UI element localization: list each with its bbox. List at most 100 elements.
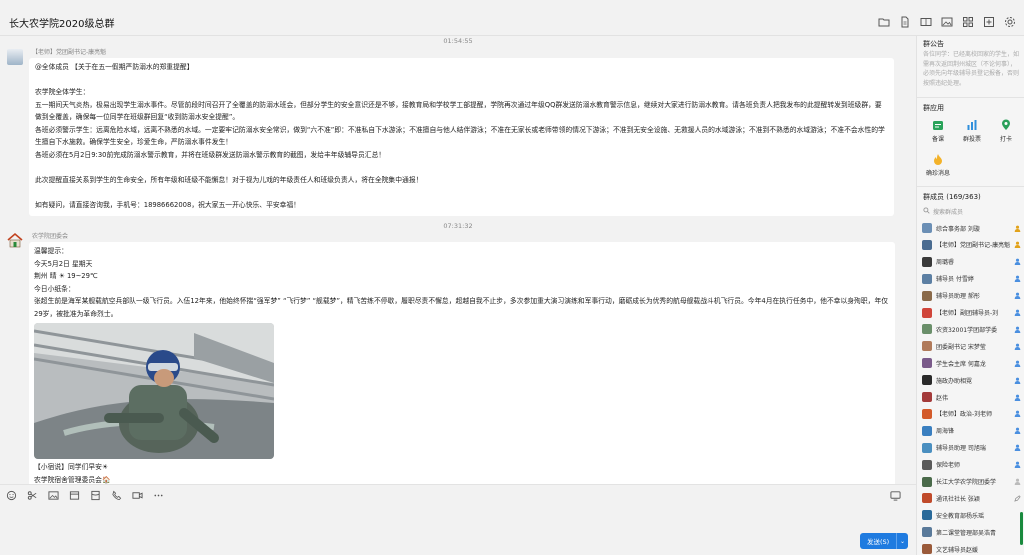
apps-grid-icon[interactable] — [962, 16, 974, 28]
file-icon[interactable] — [69, 490, 80, 501]
divider — [917, 186, 1024, 187]
avatar — [922, 408, 932, 419]
blank-icon — [1014, 546, 1021, 553]
app-checkin[interactable]: 打卡 — [989, 119, 1023, 143]
member-row[interactable]: 周璐睿 — [922, 255, 1022, 269]
image-icon[interactable] — [941, 16, 953, 28]
notice-text[interactable]: 各位同学：已经离校回家的学生，如需再次返回荆州城区（不论何事），必须先向年级辅导… — [923, 50, 1019, 88]
admin-icon — [1014, 394, 1021, 401]
composer-toolbar — [6, 490, 164, 501]
member-row[interactable]: 辅导员助理 司旭瑞 — [922, 441, 1022, 455]
message-timestamp: 01:54:55 — [443, 37, 473, 45]
title-bar: 长大农学院2020级总群 — [0, 0, 1024, 36]
member-name: 赵伟 — [936, 394, 949, 402]
video-call-icon[interactable] — [132, 490, 143, 501]
member-row[interactable]: 【老师】政治-刘老师 — [922, 407, 1022, 421]
send-button[interactable]: 发送(S) ⌄ — [860, 533, 908, 549]
avatar — [922, 459, 932, 470]
member-row[interactable]: 施政办助相霓 — [922, 373, 1022, 387]
member-row[interactable]: 辅导员 付雪婷 — [922, 272, 1022, 286]
member-name: 农资32001学团部学委 — [936, 326, 998, 334]
member-row[interactable]: 第二课堂管理部吴浩青 — [922, 525, 1022, 539]
search-icon — [923, 207, 930, 216]
member-name: 文艺辅导员赵媛 — [936, 546, 979, 554]
member-row[interactable]: 长江大学农学院团委学 — [922, 475, 1022, 489]
app-vote[interactable]: 群投票 — [955, 119, 989, 143]
document-icon[interactable] — [899, 16, 911, 28]
voice-call-icon[interactable] — [111, 490, 122, 501]
member-name: 辅导员助理 司旭瑞 — [936, 445, 986, 453]
history-icon[interactable] — [890, 490, 901, 503]
image-icon[interactable] — [48, 490, 59, 501]
member-row[interactable]: 综合事务部 刘璇 — [922, 221, 1022, 235]
message-line: 今天5月2日 星期天 — [34, 259, 93, 268]
member-name: 长江大学农学院团委学 — [936, 479, 997, 486]
red-packet-icon[interactable] — [90, 490, 101, 501]
member-row[interactable]: 赵伟 — [922, 390, 1022, 404]
admin-icon — [1014, 444, 1021, 452]
message-line: 温馨提示： — [34, 247, 68, 255]
member-row[interactable]: 农资32001学团部学委 — [922, 322, 1022, 336]
member-row[interactable]: 安全教育部杨乐瑶 — [922, 508, 1022, 522]
admin-icon — [1014, 292, 1021, 300]
scissors-icon[interactable] — [27, 490, 38, 501]
avatar — [922, 476, 932, 487]
member-name: 团委副书记 宋梦莹 — [936, 343, 986, 351]
member-name: 辅导员 付雪婷 — [936, 276, 974, 284]
message-timestamp: 07:31:32 — [443, 222, 473, 230]
member-row[interactable]: 周海锋 — [922, 424, 1022, 438]
avatar — [922, 510, 932, 521]
avatar — [922, 544, 932, 555]
folder-icon[interactable] — [878, 16, 890, 28]
screen-share-icon[interactable] — [920, 16, 932, 28]
pilot-photo[interactable] — [34, 323, 274, 459]
member-name: 【老师】党团副书记-康亮魁 — [936, 242, 1011, 250]
sender-name: 农学院团委会 — [32, 233, 69, 240]
owner-icon — [1014, 225, 1021, 232]
member-row[interactable]: 通讯社社长 张颖 — [922, 491, 1022, 505]
sender-name: 【老师】党团副书记-康亮魁 — [32, 49, 107, 56]
send-options-dropdown[interactable]: ⌄ — [896, 533, 908, 549]
avatar — [922, 442, 932, 453]
avatar — [922, 375, 932, 386]
gear-icon[interactable] — [1004, 16, 1016, 28]
member-name: 综合事务部 刘璇 — [936, 225, 980, 233]
app-flame-message[interactable]: 确珍消息 — [921, 153, 955, 177]
member-search-input[interactable]: 搜索群成员 — [923, 207, 963, 216]
emoji-icon[interactable] — [6, 490, 17, 501]
member-row[interactable]: 保险老师 — [922, 458, 1022, 472]
avatar — [922, 223, 932, 233]
admin-icon — [1014, 377, 1021, 384]
more-icon[interactable] — [153, 490, 164, 501]
avatar[interactable] — [7, 49, 23, 65]
member-name: 施政办助相霓 — [936, 377, 973, 385]
message-bubble[interactable]: 温馨提示： 今天5月2日 星期天 荆州 晴 ☀ 19~29℃ 今日小纸条： 张超… — [29, 242, 895, 484]
divider — [917, 97, 1024, 98]
app-calendar[interactable]: 备课 — [921, 119, 955, 143]
message-composer[interactable]: 发送(S) ⌄ — [0, 484, 916, 555]
add-icon[interactable] — [983, 16, 995, 28]
message-line: 今日小纸条： — [34, 284, 75, 293]
member-list-scrollbar[interactable] — [1020, 512, 1023, 545]
member-row[interactable]: 【老师】党团副书记-康亮魁 — [922, 238, 1022, 252]
admin-icon — [1014, 360, 1021, 367]
group-title: 长大农学院2020级总群 — [9, 19, 115, 30]
title-toolbar — [878, 16, 1016, 28]
avatar — [922, 290, 932, 301]
avatar[interactable] — [7, 232, 23, 248]
message-line: 张超生前是海军某舰载航空兵部队一级飞行员。入伍12年来，他始终怀揣“强军梦” “… — [34, 297, 889, 318]
message-line: 荆州 晴 ☀ 19~29℃ — [34, 272, 98, 280]
member-row[interactable]: 【老师】副团辅导员-刘 — [922, 306, 1022, 320]
member-row[interactable]: 辅导员助理 郝彤 — [922, 289, 1022, 303]
message-bubble[interactable]: @全体成员 【关于在五一假期严防溺水的郑重提醒】 农学院全体学生： 五一期间天气… — [29, 58, 894, 216]
message-line: 农学院宿舍管理委员会🏠 — [34, 475, 111, 484]
message-line: 各班必须在5月2日9:30前完成防溺水警示教育，并将在班级群发送防溺水警示教育的… — [35, 150, 386, 159]
member-row[interactable]: 文艺辅导员赵媛 — [922, 542, 1022, 555]
member-name: 辅导员助理 郝彤 — [936, 293, 980, 301]
member-row[interactable]: 学生会主席 何嘉龙 — [922, 356, 1022, 370]
admin-icon — [1014, 275, 1021, 283]
message-list[interactable]: 01:54:55 【老师】党团副书记-康亮魁 @全体成员 【关于在五一假期严防溺… — [0, 36, 916, 484]
member-row[interactable]: 团委副书记 宋梦莹 — [922, 339, 1022, 353]
member-name: 通讯社社长 张颖 — [936, 495, 980, 503]
message-line: 此次提醒直接关系到学生的生命安全，所有年级和班级不能懈怠！对于视为儿戏的年级责任… — [35, 175, 423, 184]
